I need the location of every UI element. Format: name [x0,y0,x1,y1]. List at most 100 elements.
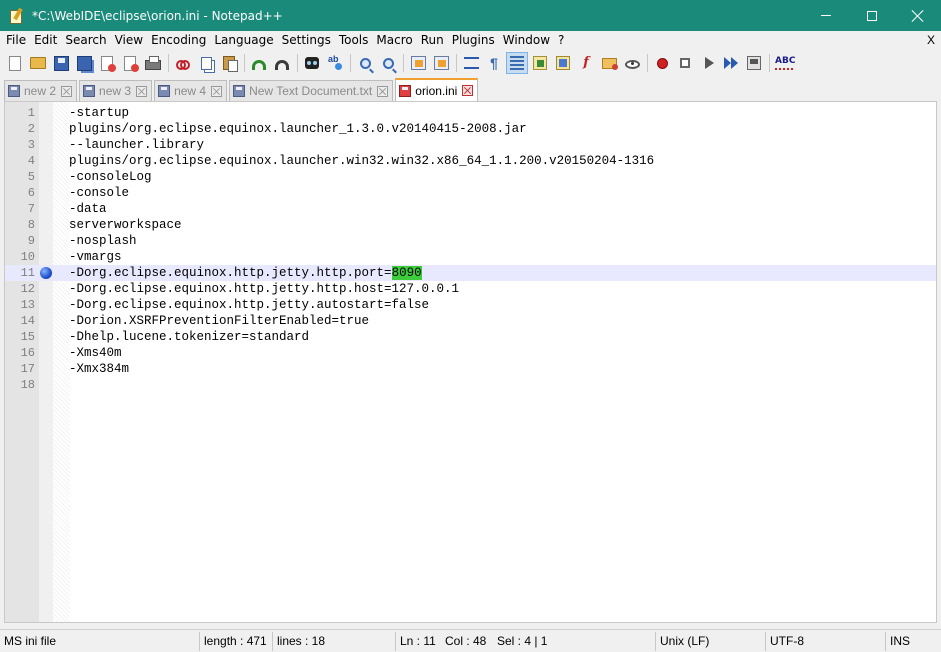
close-file-button[interactable] [96,52,118,74]
word-wrap-button[interactable] [460,52,482,74]
code-line[interactable]: 14 -Dorion.XSRFPreventionFilterEnabled=tr… [5,313,936,329]
spell-check-button[interactable]: ABC [773,52,795,74]
stop-icon [680,58,690,68]
minimize-button[interactable] [803,0,849,31]
toolbar-separator [453,52,460,74]
menu-macro[interactable]: Macro [372,31,416,50]
sync-horizontal-scroll-button[interactable] [430,52,452,74]
save-all-icon [76,55,92,71]
save-all-button[interactable] [73,52,95,74]
code-line[interactable]: 2 plugins/org.eclipse.equinox.launcher_1.… [5,121,936,137]
tab-close-icon[interactable] [377,85,389,97]
fold-button[interactable] [529,52,551,74]
disk-icon [233,85,246,97]
tab-new-4[interactable]: new 4 [154,80,228,101]
code-line[interactable]: 13 -Dorg.eclipse.equinox.http.jetty.autos… [5,297,936,313]
code-line[interactable]: 11 -Dorg.eclipse.equinox.http.jetty.http.… [5,265,936,281]
line-text: serverworkspace [69,218,182,232]
zoom-in-icon [359,57,371,69]
run-macro-multiple-button[interactable] [720,52,742,74]
line-text: -Xms40m [69,346,122,360]
menu-run[interactable]: Run [417,31,448,50]
binoculars-icon [305,57,319,69]
tab-new-3[interactable]: new 3 [79,80,153,101]
menu-help[interactable]: ? [554,31,568,50]
tab-close-icon[interactable] [61,85,73,97]
code-line[interactable]: 15 -Dhelp.lucene.tokenizer=standard [5,329,936,345]
menu-search[interactable]: Search [61,31,110,50]
code-line[interactable]: 12 -Dorg.eclipse.equinox.http.jetty.http.… [5,281,936,297]
code-line[interactable]: 17 -Xmx384m [5,361,936,377]
status-encoding[interactable]: UTF-8 [766,631,886,651]
open-file-button[interactable] [27,52,49,74]
zoom-in-button[interactable] [354,52,376,74]
paste-button[interactable] [218,52,240,74]
folder-workspace-button[interactable] [598,52,620,74]
undo-button[interactable] [248,52,270,74]
print-button[interactable] [142,52,164,74]
notepadpp-icon[interactable] [8,7,24,24]
code-line[interactable]: 18 [5,377,936,393]
text-editor[interactable]: 1 -startup 2 plugins/org.eclipse.equinox.la… [4,101,937,623]
disk-icon [8,85,20,97]
document-monitor-button[interactable] [621,52,643,74]
menu-view[interactable]: View [111,31,147,50]
start-recording-button[interactable] [651,52,673,74]
line-number: 11 [20,266,35,280]
tab-close-icon[interactable] [136,85,148,97]
close-all-button[interactable] [119,52,141,74]
sync-vertical-scroll-button[interactable] [407,52,429,74]
close-window-button[interactable] [895,0,941,31]
tab-orion-ini[interactable]: orion.ini [395,78,479,101]
fold-icon [533,56,547,70]
cut-button[interactable] [172,52,194,74]
line-number: 2 [27,122,35,136]
line-text: -nosplash [69,234,137,248]
zoom-out-button[interactable] [377,52,399,74]
toolbar-separator [347,52,354,74]
code-line[interactable]: 9 -nosplash [5,233,936,249]
code-line[interactable]: 8 serverworkspace [5,217,936,233]
tab-close-icon[interactable] [211,85,223,97]
menu-language[interactable]: Language [210,31,277,50]
folder-workspace-icon [601,57,618,70]
show-all-characters-button[interactable]: ¶ [483,52,505,74]
replace-button[interactable] [324,52,346,74]
status-eol-format[interactable]: Unix (LF) [656,631,766,651]
save-button[interactable] [50,52,72,74]
playback-button[interactable] [697,52,719,74]
close-document-button[interactable]: X [927,31,935,50]
code-line[interactable]: 10 -vmargs [5,249,936,265]
user-language-button[interactable] [552,52,574,74]
indent-guide-button[interactable] [506,52,528,74]
tab-new-text-document[interactable]: New Text Document.txt [229,80,394,101]
function-list-button[interactable]: f [575,52,597,74]
save-macro-button[interactable] [743,52,765,74]
menu-plugins[interactable]: Plugins [448,31,499,50]
menu-edit[interactable]: Edit [30,31,61,50]
tab-new-2[interactable]: new 2 [4,80,78,101]
find-button[interactable] [301,52,323,74]
toolbar-separator [644,52,651,74]
menu-window[interactable]: Window [499,31,554,50]
code-line[interactable]: 5 -consoleLog [5,169,936,185]
code-line[interactable]: 6 -console [5,185,936,201]
code-line[interactable]: 7 -data [5,201,936,217]
stop-recording-button[interactable] [674,52,696,74]
tab-close-icon[interactable] [462,85,474,96]
function-icon: f [583,55,589,70]
redo-button[interactable] [271,52,293,74]
code-line[interactable]: 1 -startup [5,105,936,121]
bookmark-icon[interactable] [40,267,52,279]
menu-encoding[interactable]: Encoding [147,31,210,50]
code-line[interactable]: 4 plugins/org.eclipse.equinox.launcher.wi… [5,153,936,169]
menu-settings[interactable]: Settings [278,31,335,50]
copy-button[interactable] [195,52,217,74]
maximize-button[interactable] [849,0,895,31]
new-file-button[interactable] [4,52,26,74]
menu-file[interactable]: File [0,31,30,50]
menu-tools[interactable]: Tools [335,31,373,50]
code-line[interactable]: 3 --launcher.library [5,137,936,153]
line-text: -data [69,202,107,216]
code-line[interactable]: 16 -Xms40m [5,345,936,361]
